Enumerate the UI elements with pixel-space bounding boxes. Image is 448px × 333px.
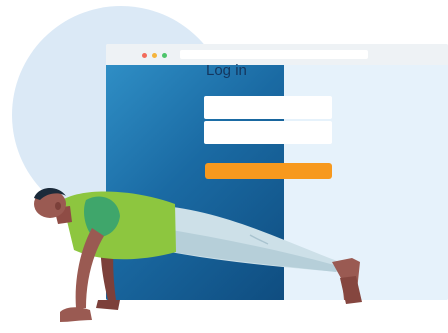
hand-front <box>60 307 92 322</box>
foot-front <box>340 276 362 304</box>
torso <box>62 191 176 260</box>
person-doing-pushup-icon <box>34 187 362 322</box>
login-illustration: Log in <box>0 0 448 333</box>
hand-back <box>96 300 120 310</box>
ear <box>55 202 61 210</box>
